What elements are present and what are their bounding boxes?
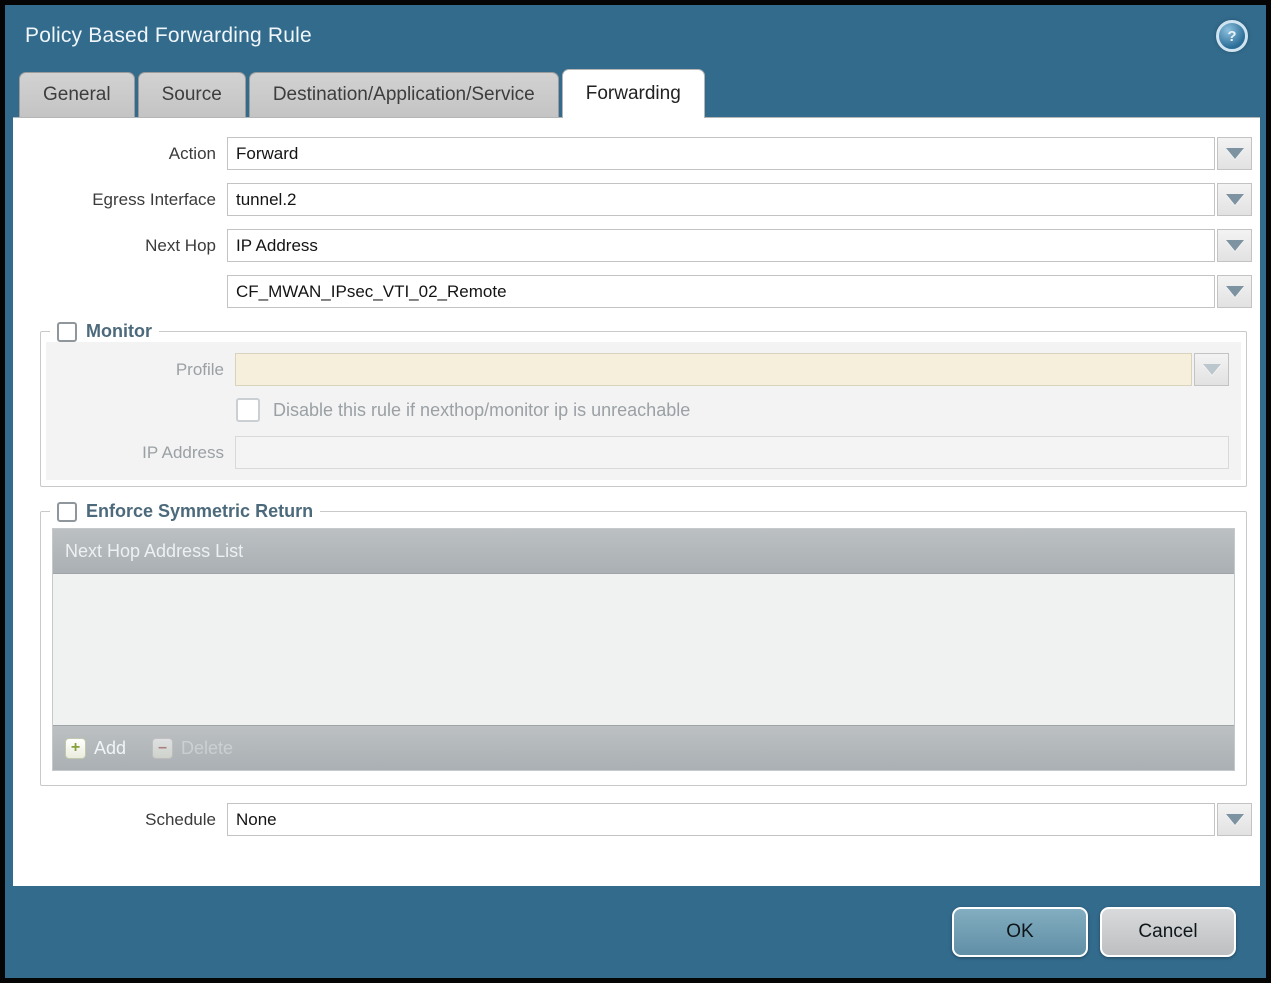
schedule-dropdown-button[interactable] [1217,803,1252,836]
add-icon: + [65,738,86,759]
monitor-panel: Profile Disable this rule if nexthop/mon… [46,342,1241,480]
dialog-titlebar: Policy Based Forwarding Rule ? [5,5,1266,67]
help-icon[interactable]: ? [1216,20,1248,52]
next-hop-address-dropdown-button[interactable] [1217,275,1252,308]
add-button-label: Add [94,738,126,759]
next-hop-type-dropdown-button[interactable] [1217,229,1252,262]
next-hop-address-list-body[interactable] [53,574,1234,725]
egress-interface-row: Egress Interface tunnel.2 [13,183,1252,216]
symmetric-return-legend-label: Enforce Symmetric Return [86,501,313,522]
disable-rule-label: Disable this rule if nexthop/monitor ip … [273,400,690,421]
tab-source[interactable]: Source [138,72,246,117]
chevron-down-icon [1226,814,1244,825]
next-hop-type-select[interactable]: IP Address [227,229,1215,262]
monitor-ip-address-input [235,436,1229,469]
tab-general[interactable]: General [19,72,135,117]
action-label: Action [13,144,227,164]
disable-rule-row: Disable this rule if nexthop/monitor ip … [236,398,1229,422]
next-hop-label: Next Hop [13,236,227,256]
action-dropdown-button[interactable] [1217,137,1252,170]
cancel-button[interactable]: Cancel [1100,907,1236,957]
dialog-footer: OK Cancel [5,886,1266,978]
profile-select [235,353,1192,386]
tab-strip: General Source Destination/Application/S… [5,67,1266,117]
monitor-checkbox[interactable] [57,322,77,342]
next-hop-address-list-toolbar: + Add – Delete [53,725,1234,770]
monitor-legend-label: Monitor [86,321,152,342]
chevron-down-icon [1203,364,1221,375]
next-hop-address-list-table: Next Hop Address List + Add – Delete [52,528,1235,771]
forwarding-tab-panel: Action Forward Egress Interface tunnel.2… [13,117,1260,886]
monitor-fieldset: Monitor Profile Disable this rule if nex… [40,321,1247,487]
disable-rule-checkbox [236,398,260,422]
next-hop-address-row: CF_MWAN_IPsec_VTI_02_Remote [13,275,1252,308]
egress-interface-select[interactable]: tunnel.2 [227,183,1215,216]
tab-destination-application-service[interactable]: Destination/Application/Service [249,72,559,117]
chevron-down-icon [1226,148,1244,159]
monitor-ip-address-row: IP Address [46,436,1229,469]
monitor-legend: Monitor [50,321,159,342]
policy-based-forwarding-dialog: Policy Based Forwarding Rule ? General S… [0,0,1271,983]
add-button[interactable]: + Add [65,738,126,759]
schedule-row: Schedule None [13,803,1252,836]
ok-button[interactable]: OK [952,907,1088,957]
enforce-symmetric-return-checkbox[interactable] [57,502,77,522]
dialog-title: Policy Based Forwarding Rule [25,24,312,48]
next-hop-row: Next Hop IP Address [13,229,1252,262]
chevron-down-icon [1226,194,1244,205]
chevron-down-icon [1226,240,1244,251]
egress-interface-dropdown-button[interactable] [1217,183,1252,216]
profile-label: Profile [46,360,235,380]
delete-icon: – [152,738,173,759]
delete-button-label: Delete [181,738,233,759]
chevron-down-icon [1226,286,1244,297]
profile-dropdown-button [1194,353,1229,386]
tab-forwarding[interactable]: Forwarding [562,69,705,118]
next-hop-address-list-header: Next Hop Address List [53,529,1234,574]
delete-button: – Delete [152,738,233,759]
symmetric-return-legend: Enforce Symmetric Return [50,501,320,522]
next-hop-address-select[interactable]: CF_MWAN_IPsec_VTI_02_Remote [227,275,1215,308]
action-row: Action Forward [13,137,1252,170]
schedule-select[interactable]: None [227,803,1215,836]
action-select[interactable]: Forward [227,137,1215,170]
profile-row: Profile [46,353,1229,386]
schedule-label: Schedule [13,810,227,830]
egress-interface-label: Egress Interface [13,190,227,210]
monitor-ip-address-label: IP Address [46,443,235,463]
symmetric-return-fieldset: Enforce Symmetric Return Next Hop Addres… [40,501,1247,786]
